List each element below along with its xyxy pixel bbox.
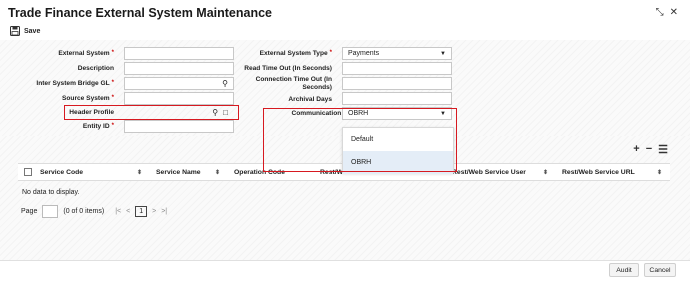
window-controls: ⤡ ✕ [656, 7, 678, 18]
footer-bar [0, 260, 690, 282]
select-all-checkbox[interactable] [24, 168, 32, 176]
page-label: Page [21, 208, 38, 215]
grid-toolbar: + − ☰ [633, 143, 668, 156]
list-icon[interactable]: ☰ [658, 143, 668, 156]
save-label: Save [24, 27, 41, 35]
sort-icon: ⬍ [214, 169, 220, 176]
search-icon[interactable]: ⚲ [222, 79, 228, 88]
save-button[interactable]: Save [10, 26, 40, 36]
external-system-type-label: External System Type * [259, 50, 332, 57]
source-system-label: Source System * [62, 95, 114, 102]
page-info: (0 of 0 items) [63, 208, 105, 215]
description-input[interactable] [124, 62, 234, 75]
external-system-label: External System * [58, 50, 114, 57]
next-page-icon[interactable]: > [152, 208, 156, 215]
archival-days-input[interactable] [342, 92, 452, 105]
sort-icon: ⬍ [136, 169, 142, 176]
page-title: Trade Finance External System Maintenanc… [8, 6, 272, 20]
read-timeout-label: Read Time Out (In Seconds) [244, 65, 332, 72]
external-system-input[interactable] [124, 47, 234, 60]
save-icon [10, 26, 20, 36]
add-row-icon[interactable]: + [633, 143, 639, 156]
audit-button[interactable]: Audit [609, 263, 639, 277]
column-rest-web-service-url[interactable]: Rest/Web Service URL ⬍ [556, 164, 670, 180]
external-system-type-value: Payments [348, 50, 380, 57]
column-service-name[interactable]: Service Name ⬍ [150, 164, 228, 180]
communication-type-highlight [263, 108, 457, 172]
sort-icon: ⬍ [656, 169, 662, 176]
delete-row-icon[interactable]: − [646, 143, 652, 156]
inter-system-bridge-gl-input[interactable]: ⚲ [124, 77, 234, 90]
prev-page-icon[interactable]: < [126, 208, 130, 215]
connection-timeout-input[interactable] [342, 77, 452, 90]
source-system-input[interactable] [124, 92, 234, 105]
current-page[interactable]: 1 [135, 206, 148, 217]
pagination: Page (0 of 0 items) |< < 1 > >| [21, 205, 167, 218]
column-rest-web-service-user[interactable]: Rest/Web Service User ⬍ [446, 164, 556, 180]
first-page-icon[interactable]: |< [115, 208, 121, 215]
last-page-icon[interactable]: >| [161, 208, 167, 215]
description-label: Description [77, 65, 114, 72]
page-input[interactable] [42, 205, 59, 218]
archival-days-label: Archival Days [288, 96, 332, 103]
external-system-type-select[interactable]: Payments ▼ [342, 47, 452, 60]
header-profile-highlight [64, 105, 239, 120]
empty-message: No data to display. [22, 189, 80, 196]
chevron-down-icon: ▼ [440, 50, 446, 57]
inter-system-bridge-gl-label: Inter System Bridge GL * [36, 80, 114, 87]
column-service-code[interactable]: Service Code ⬍ [34, 164, 150, 180]
collapse-icon[interactable]: ⤡ [656, 7, 664, 18]
cancel-button[interactable]: Cancel [644, 263, 676, 277]
read-timeout-input[interactable] [342, 62, 452, 75]
entity-id-input[interactable] [124, 120, 234, 133]
close-icon[interactable]: ✕ [670, 7, 678, 18]
sort-icon: ⬍ [542, 169, 548, 176]
entity-id-label: Entity ID * [82, 123, 114, 130]
connection-timeout-label: Connection Time Out (In Seconds) [255, 76, 332, 91]
